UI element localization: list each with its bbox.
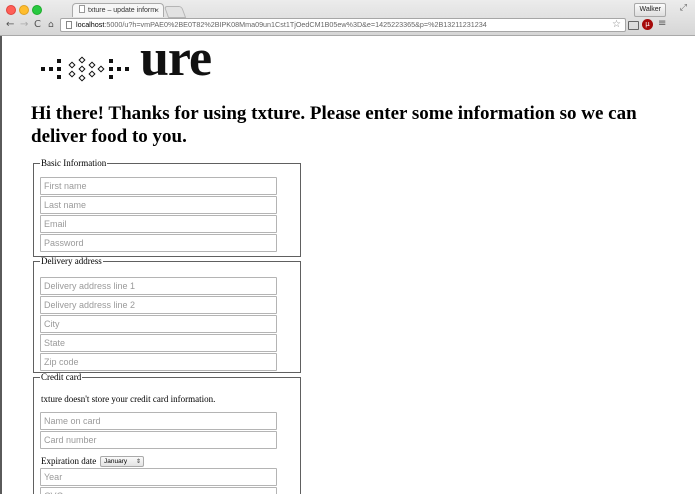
first-name-input[interactable] (40, 177, 277, 195)
page-heading: Hi there! Thanks for using txture. Pleas… (31, 103, 637, 147)
tab-title: txture – update information (88, 7, 156, 14)
url-host: localhost (76, 20, 105, 29)
window-minimize-button[interactable] (19, 5, 29, 15)
delivery-address-legend: Delivery address (41, 256, 102, 266)
extension-icon[interactable]: μ (642, 19, 653, 30)
password-input[interactable] (40, 234, 277, 252)
logo-dots-icon (41, 56, 129, 82)
reload-icon[interactable]: C (34, 19, 41, 31)
home-icon[interactable]: ⌂ (48, 19, 54, 31)
window-maximize-button[interactable] (32, 5, 42, 15)
expiration-month-value: January (104, 458, 128, 465)
credit-card-note: txture doesn't store your credit card in… (41, 394, 216, 404)
expiration-month-select[interactable]: January ⇕ (100, 456, 144, 467)
fullscreen-icon[interactable]: ⤢ (680, 3, 687, 13)
cvc-input[interactable] (40, 487, 277, 494)
new-tab-button[interactable] (163, 6, 187, 18)
page-icon (66, 21, 72, 29)
back-icon[interactable]: ← (6, 19, 14, 31)
basic-information-section: Basic Information (33, 159, 301, 257)
year-input[interactable] (40, 468, 277, 486)
forward-icon[interactable]: → (20, 19, 28, 31)
expiration-date-label: Expiration date (41, 456, 97, 466)
credit-card-legend: Credit card (41, 372, 82, 382)
email-input[interactable] (40, 215, 277, 233)
basic-information-legend: Basic Information (41, 158, 107, 168)
select-arrows-icon: ⇕ (135, 459, 141, 465)
window-close-button[interactable] (6, 5, 16, 15)
credit-card-section: Credit card txture doesn't store your cr… (33, 373, 301, 494)
delivery-address-section: Delivery address (33, 257, 301, 373)
state-input[interactable] (40, 334, 277, 352)
address-bar[interactable]: localhost:5000/u?h=vmPAE0%2BE0T82%2BIPK0… (60, 18, 626, 32)
bookmark-star-icon[interactable]: ☆ (612, 19, 621, 31)
cast-icon[interactable] (628, 21, 639, 30)
city-input[interactable] (40, 315, 277, 333)
tab-close-icon[interactable]: × (154, 4, 159, 17)
card-number-input[interactable] (40, 431, 277, 449)
page-viewport: ure Hi there! Thanks for using txture. P… (0, 36, 695, 494)
txture-logo: ure (38, 36, 238, 87)
menu-icon[interactable]: ≡ (658, 18, 666, 29)
profile-button[interactable]: Walker (634, 3, 666, 17)
address-line2-input[interactable] (40, 296, 277, 314)
address-line1-input[interactable] (40, 277, 277, 295)
name-on-card-input[interactable] (40, 412, 277, 430)
logo-wordmark: ure (140, 36, 212, 87)
page-favicon-icon (79, 5, 85, 13)
zip-code-input[interactable] (40, 353, 277, 371)
browser-chrome: txture – update information × Walker ⤢ ←… (0, 0, 695, 36)
browser-tab[interactable]: txture – update information × (72, 3, 164, 17)
last-name-input[interactable] (40, 196, 277, 214)
url-path: :5000/u?h=vmPAE0%2BE0T82%2BIPK08Mma09un1… (104, 20, 487, 29)
